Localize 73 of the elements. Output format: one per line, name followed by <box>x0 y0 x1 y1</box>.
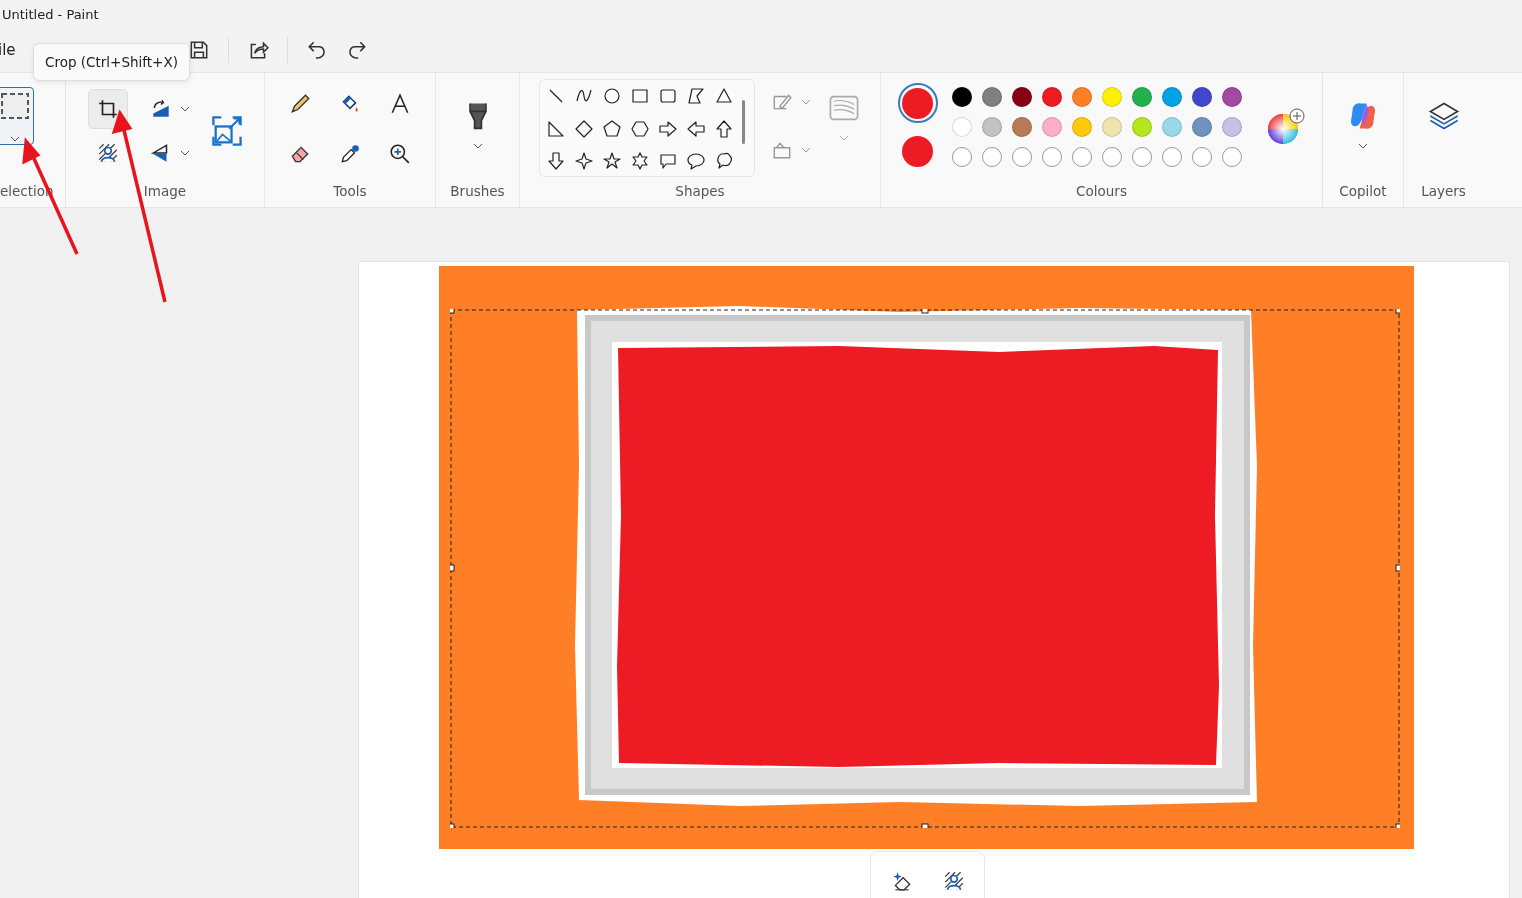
colour-swatch[interactable] <box>951 117 972 137</box>
group-label: Shapes <box>675 183 725 199</box>
colour-swatch[interactable] <box>951 87 972 107</box>
zoom-icon[interactable] <box>389 143 411 165</box>
empty-colour-slot[interactable] <box>1101 147 1122 167</box>
colour-swatch[interactable] <box>1071 87 1092 107</box>
group-label: Layers <box>1421 183 1466 199</box>
pencil-icon[interactable] <box>289 93 311 115</box>
undo-icon[interactable] <box>305 39 328 61</box>
rotate-icon[interactable] <box>150 98 172 120</box>
shape-icon[interactable] <box>602 86 622 106</box>
window-title: Untitled - Paint <box>2 6 99 22</box>
shape-icon[interactable] <box>714 118 734 139</box>
empty-colour-slot[interactable] <box>1041 147 1062 167</box>
empty-colour-slot[interactable] <box>1071 147 1092 167</box>
chevron-down-icon[interactable] <box>1358 143 1368 149</box>
crop-icon <box>97 98 119 120</box>
scrollbar[interactable] <box>742 100 745 144</box>
colour-swatch[interactable] <box>981 87 1002 107</box>
eyedropper-icon[interactable] <box>339 143 361 165</box>
shape-icon[interactable] <box>574 151 594 172</box>
shape-icon[interactable] <box>714 86 734 106</box>
chevron-down-icon <box>10 136 20 142</box>
empty-colour-slot[interactable] <box>1131 147 1152 167</box>
colour-swatch[interactable] <box>1221 117 1242 137</box>
remove-background-icon[interactable] <box>942 870 965 892</box>
crop-button[interactable] <box>88 89 128 129</box>
group-label: Copilot <box>1339 183 1387 199</box>
generative-erase-icon[interactable] <box>890 870 913 892</box>
colour-swatch[interactable] <box>981 117 1002 137</box>
colour-swatch[interactable] <box>1161 117 1182 137</box>
colour-swatch[interactable] <box>1101 87 1122 107</box>
shape-icon[interactable] <box>602 118 622 139</box>
group-label: Brushes <box>450 183 505 199</box>
group-label: Tools <box>333 183 367 199</box>
menu-item[interactable]: ile <box>0 41 18 59</box>
shape-icon[interactable] <box>630 118 650 139</box>
empty-colour-slot[interactable] <box>1161 147 1182 167</box>
colour-swatch[interactable] <box>1221 87 1242 107</box>
colour-swatch[interactable] <box>1191 117 1212 137</box>
chevron-down-icon[interactable] <box>180 150 190 156</box>
group-label: Colours <box>1076 183 1127 199</box>
empty-colour-slot[interactable] <box>1011 147 1032 167</box>
colour-swatch[interactable] <box>1041 87 1062 107</box>
shape-icon[interactable] <box>546 151 566 172</box>
tooltip: Crop (Ctrl+Shift+X) <box>33 43 190 81</box>
colour-swatch[interactable] <box>1131 87 1152 107</box>
chevron-down-icon[interactable] <box>472 143 483 149</box>
colour-swatch[interactable] <box>1011 87 1032 107</box>
colour-swatch[interactable] <box>1161 87 1182 107</box>
remove-background-icon[interactable] <box>97 142 119 164</box>
group-label: Image <box>143 183 187 199</box>
text-icon[interactable] <box>389 93 411 115</box>
empty-colour-slot[interactable] <box>981 147 1002 167</box>
chevron-down-icon[interactable] <box>180 106 190 112</box>
resize-image-icon[interactable] <box>210 114 244 148</box>
colour-swatch[interactable] <box>1131 117 1152 137</box>
empty-colour-slot[interactable] <box>1191 147 1212 167</box>
shape-icon[interactable] <box>658 86 678 106</box>
shape-icon[interactable] <box>686 151 706 172</box>
colour-swatch[interactable] <box>1071 117 1092 137</box>
empty-colour-slot[interactable] <box>1221 147 1242 167</box>
colour-swatch[interactable] <box>1101 117 1122 137</box>
shape-icon[interactable] <box>574 118 594 139</box>
shape-icon[interactable] <box>686 86 706 106</box>
colour-swatch[interactable] <box>1191 87 1212 107</box>
selection-rectangle-icon <box>0 90 30 120</box>
colour-swatch[interactable] <box>1011 117 1032 137</box>
shape-icon[interactable] <box>630 151 650 172</box>
colour-picker-icon[interactable] <box>1265 107 1306 147</box>
colour-swatch[interactable] <box>1041 117 1062 137</box>
selection-tool-button[interactable] <box>0 87 34 145</box>
empty-colour-slot[interactable] <box>951 147 972 167</box>
